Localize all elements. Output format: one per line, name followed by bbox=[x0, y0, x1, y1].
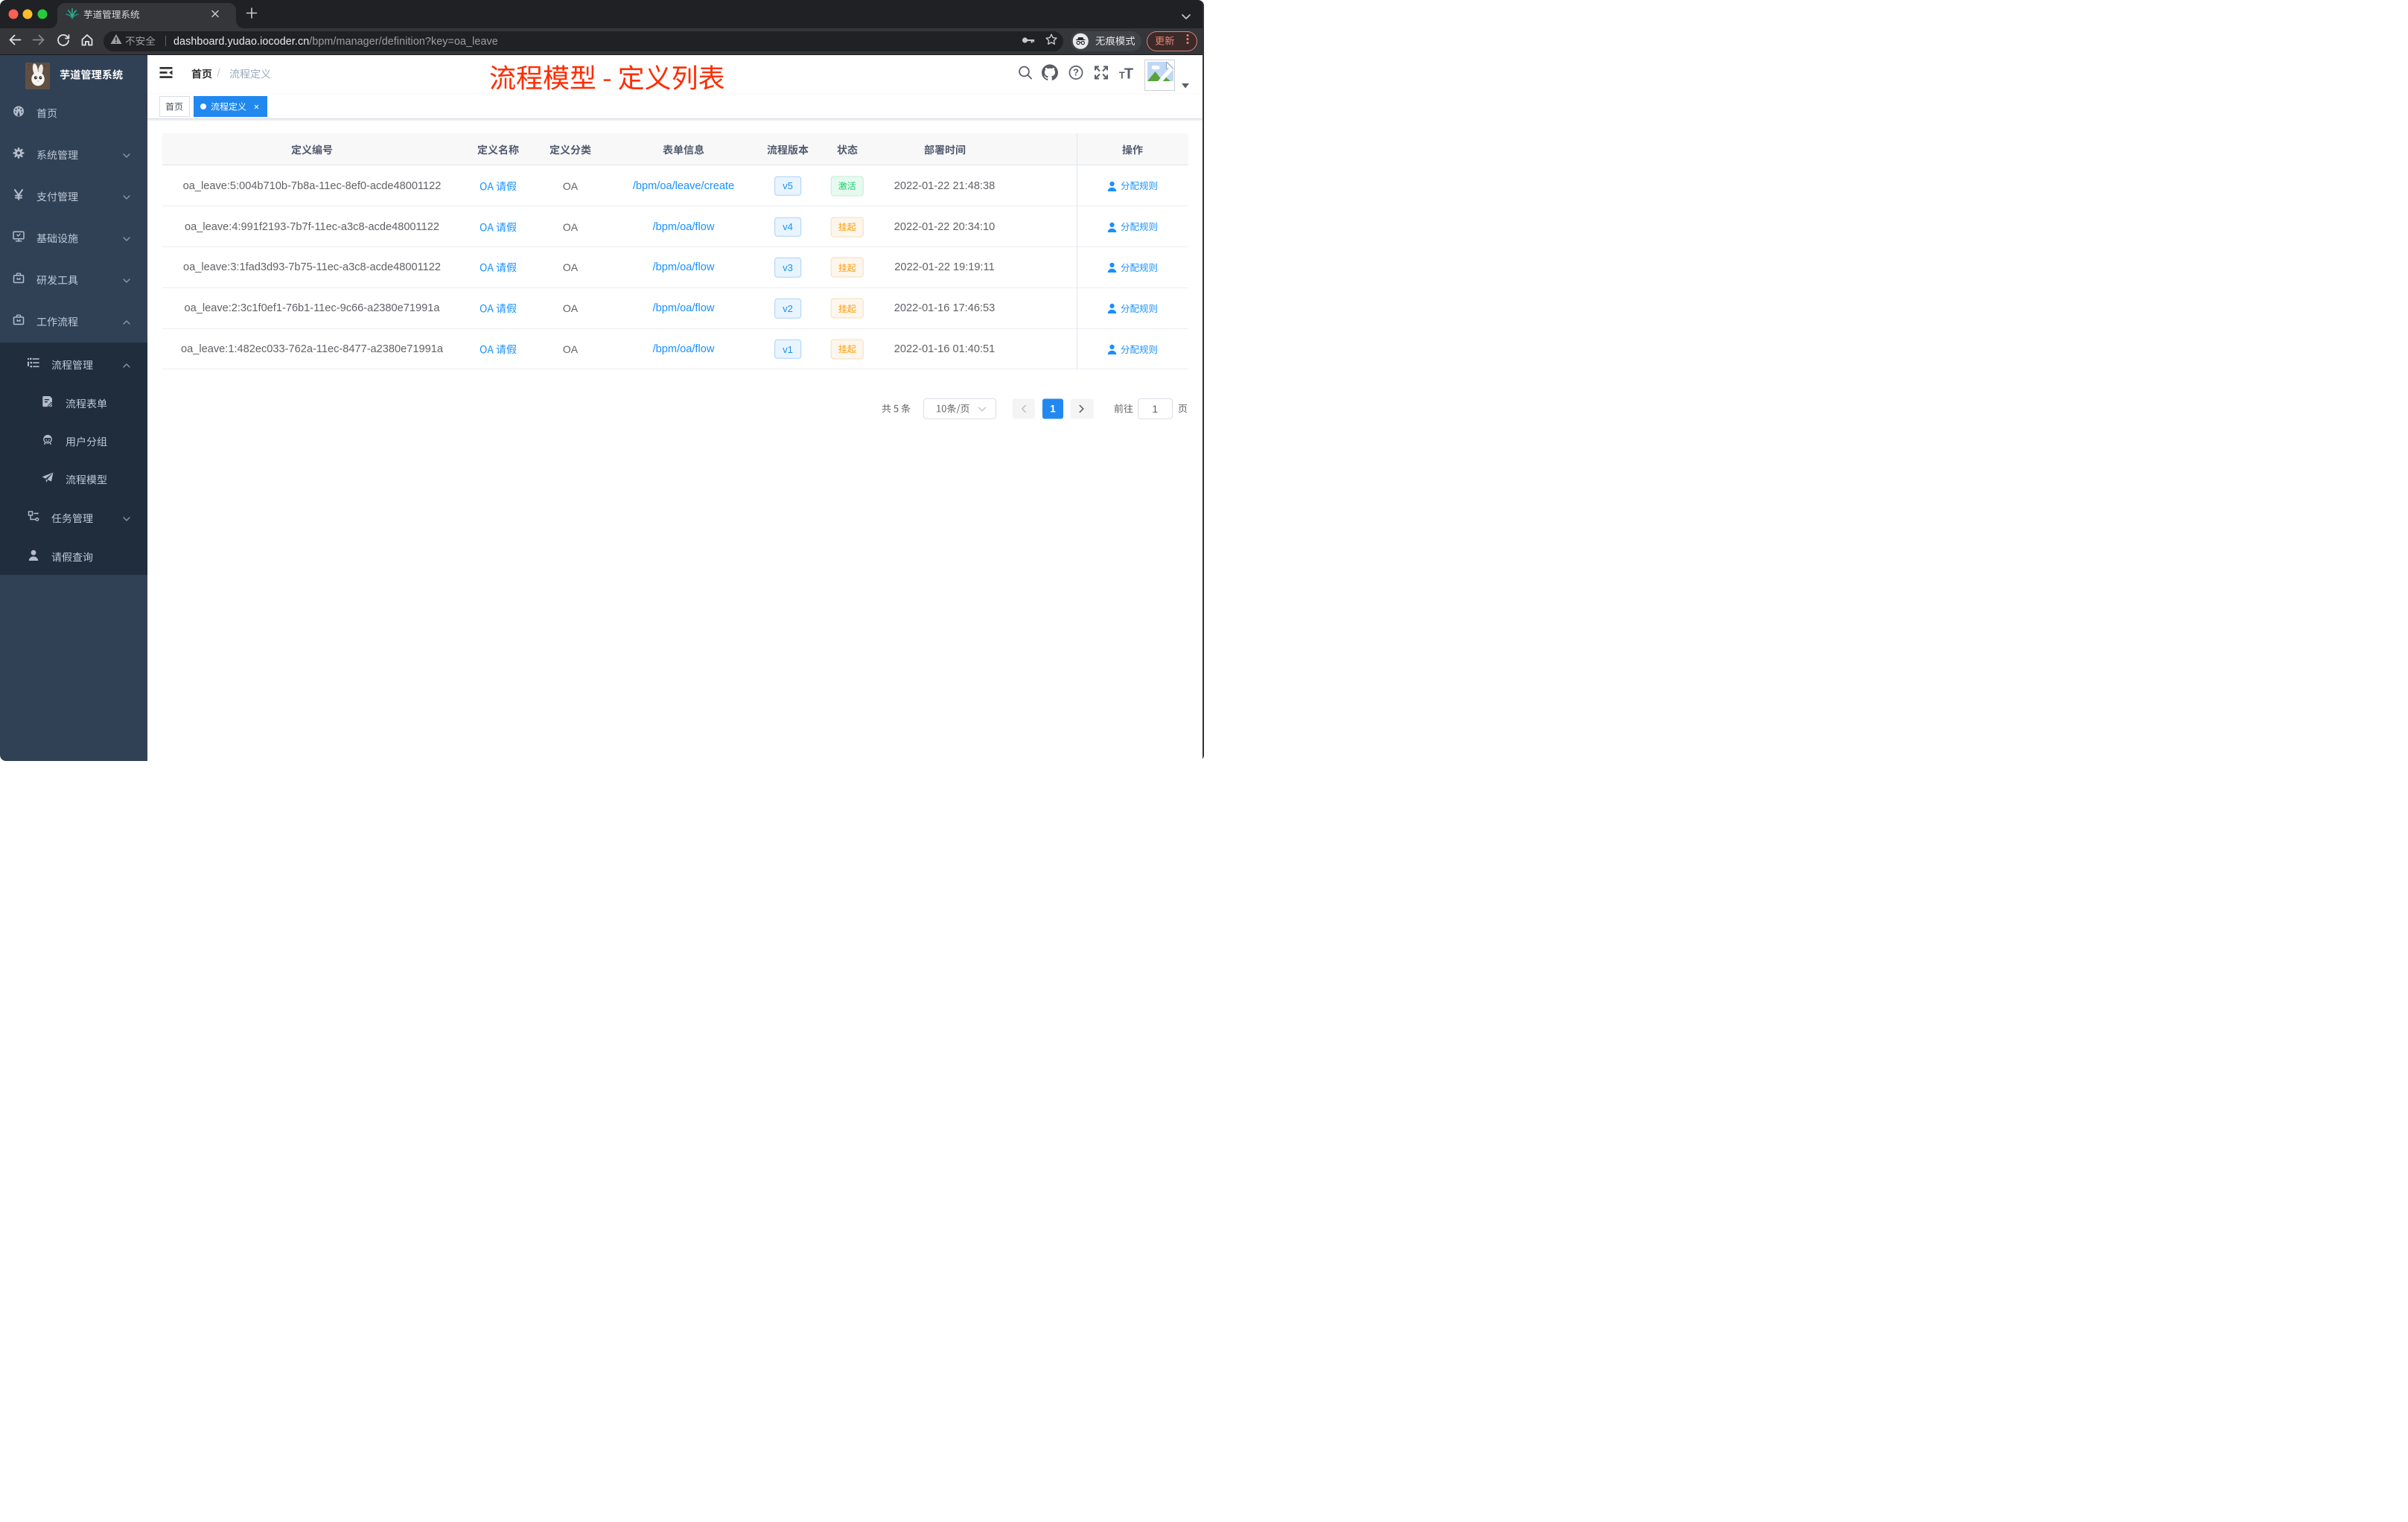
svg-text:?: ? bbox=[1073, 67, 1079, 78]
